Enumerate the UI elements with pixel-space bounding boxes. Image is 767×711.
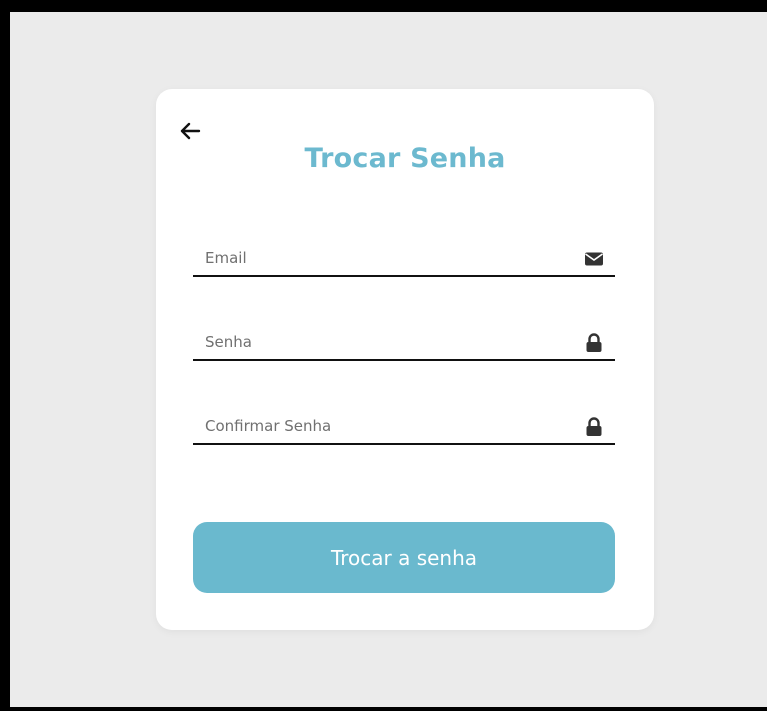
envelope-icon bbox=[583, 249, 605, 269]
back-button[interactable] bbox=[176, 119, 204, 143]
change-password-button[interactable]: Trocar a senha bbox=[193, 522, 615, 593]
confirm-password-field bbox=[193, 413, 615, 445]
change-password-card: Trocar Senha Email Trocar a senha bbox=[156, 89, 654, 630]
email-input[interactable] bbox=[205, 245, 565, 271]
confirm-password-input[interactable] bbox=[205, 413, 565, 439]
email-field bbox=[193, 245, 615, 277]
page-title: Trocar Senha bbox=[304, 143, 506, 174]
lock-icon bbox=[583, 333, 605, 353]
lock-icon bbox=[583, 417, 605, 437]
page-background: Trocar Senha Email Trocar a senha bbox=[10, 12, 767, 707]
password-input[interactable] bbox=[205, 329, 565, 355]
arrow-left-icon bbox=[180, 122, 201, 140]
password-field bbox=[193, 329, 615, 361]
